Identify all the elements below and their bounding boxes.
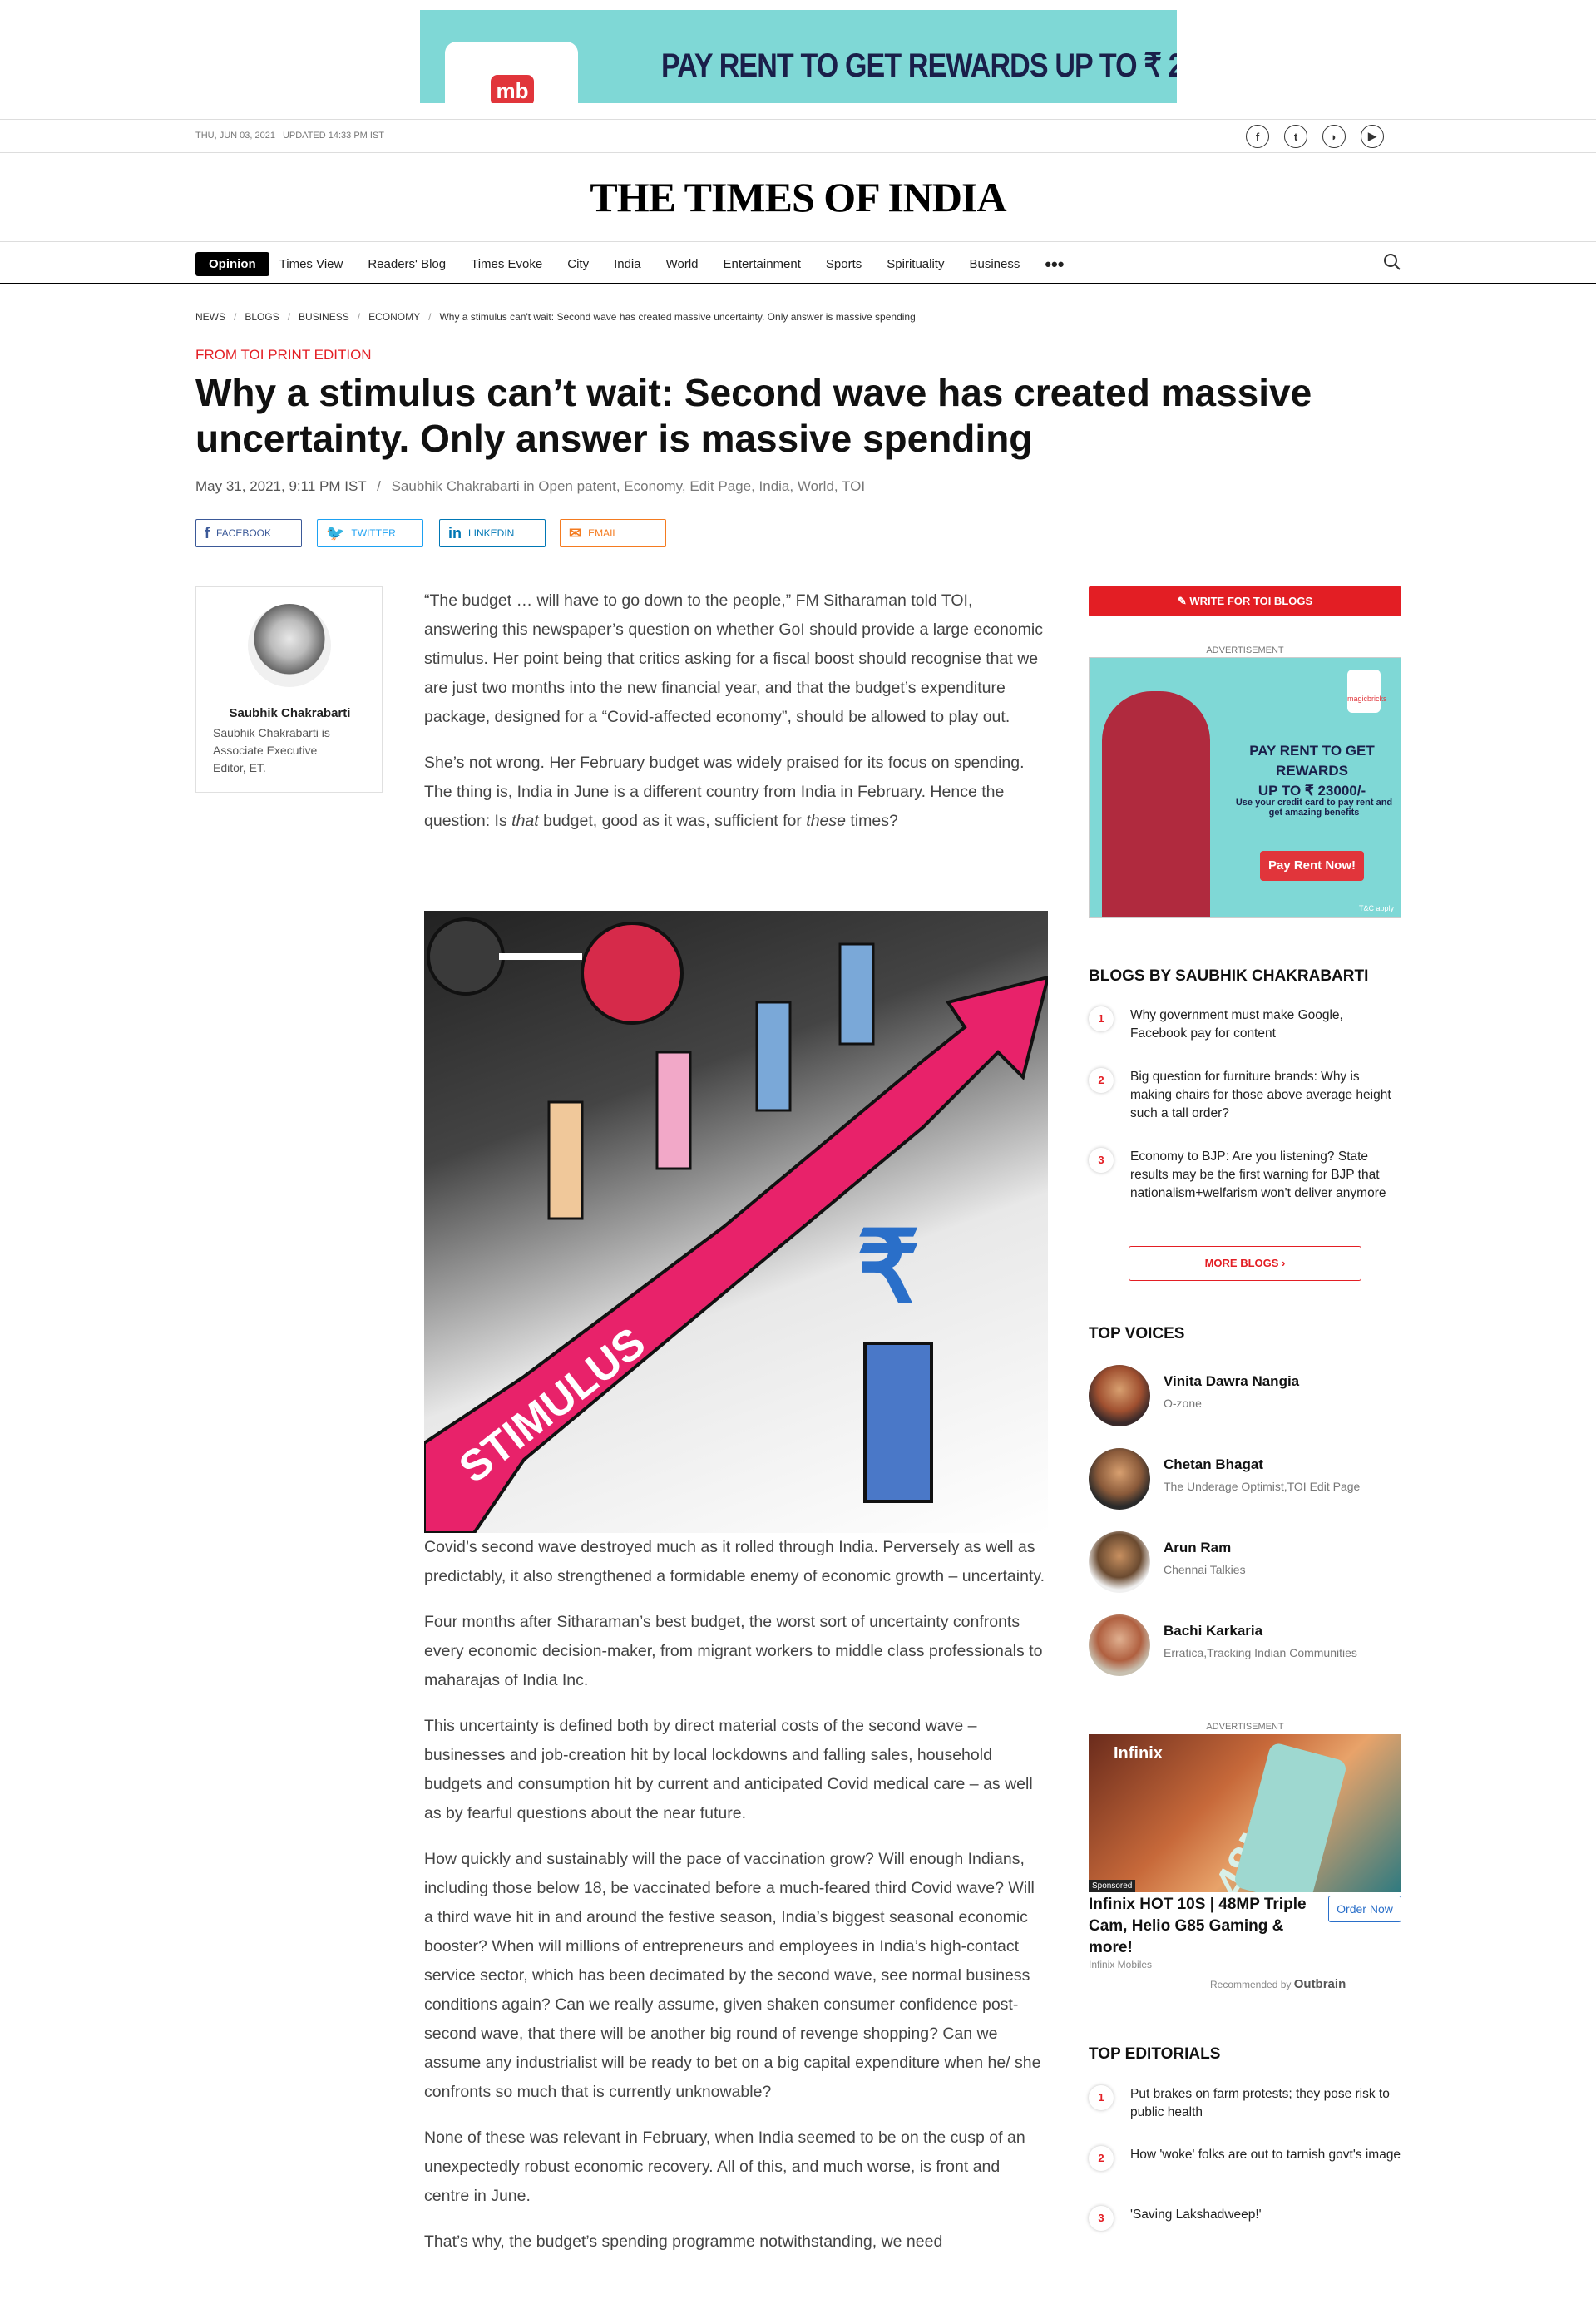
share-linkedin-button[interactable]: in LINKEDIN — [439, 519, 546, 547]
svg-text:₹: ₹ — [857, 1212, 920, 1323]
breadcrumb-current: Why a stimulus can't wait: Second wave h… — [439, 311, 916, 323]
ad-subtext: Use your credit card to pay rent and get… — [1235, 798, 1393, 818]
paragraph: That’s why, the budget’s spending progra… — [424, 2232, 943, 2251]
kicker: FROM TOI PRINT EDITION — [195, 347, 372, 363]
chevron-right-icon: › — [1278, 1257, 1286, 1269]
author-card[interactable]: Saubhik Chakrabarti Saubhik Chakrabarti … — [195, 586, 383, 793]
twitter-icon[interactable]: t — [1284, 125, 1307, 148]
article-meta: May 31, 2021, 9:11 PM IST / Saubhik Chak… — [195, 478, 866, 494]
share-email-button[interactable]: ✉ EMAIL — [560, 519, 666, 547]
article-body-continued: Covid’s second wave destroyed much as it… — [424, 1533, 1048, 2273]
facebook-icon: f — [205, 524, 210, 541]
rss-icon[interactable]: ◗ — [1322, 125, 1346, 148]
ad-title[interactable]: Infinix HOT 10S | 48MP Triple Cam, Helio… — [1089, 1894, 1330, 1959]
avatar — [1089, 1531, 1150, 1593]
pencil-icon: ✎ — [1177, 595, 1190, 607]
breadcrumb-item[interactable]: ECONOMY — [368, 311, 420, 323]
voice-item[interactable]: Chetan Bhagat The Underage Optimist,TOI E… — [1089, 1448, 1401, 1515]
avatar — [1089, 1365, 1150, 1426]
article-headline: Why a stimulus can’t wait: Second wave h… — [195, 371, 1312, 460]
ad-label: ADVERTISEMENT — [1206, 1722, 1284, 1732]
more-nav-icon[interactable]: ••• — [1045, 255, 1064, 273]
nav-opinion[interactable]: Opinion — [195, 252, 269, 276]
voice-item[interactable]: Vinita Dawra Nangia O-zone — [1089, 1365, 1401, 1431]
magicbricks-logo: magicbricks — [1347, 670, 1387, 713]
paragraph: None of these was relevant in February, … — [424, 2128, 1025, 2205]
avatar — [1089, 1614, 1150, 1676]
ad-label: ADVERTISEMENT — [1206, 645, 1284, 655]
paragraph: Four months after Sitharaman’s best budg… — [424, 1613, 1043, 1689]
sponsored-label: Sponsored — [1089, 1880, 1136, 1892]
breadcrumb: NEWS / BLOGS / BUSINESS / ECONOMY / Why a st… — [195, 311, 916, 323]
social-links: f t ◗ ▶ — [1246, 125, 1384, 148]
main-nav: Opinion Times View Readers' Blog Times E… — [0, 241, 1596, 284]
infinix-logo: Infinix — [1114, 1744, 1163, 1763]
site-logo[interactable]: THE TIMES OF INDIA — [0, 173, 1596, 221]
breadcrumb-item[interactable]: BUSINESS — [299, 311, 349, 323]
paragraph: Covid’s second wave destroyed much as it… — [424, 1538, 1045, 1585]
sidebar-ad-magicbricks[interactable]: magicbricks PAY RENT TO GET REWARDS UP TO… — [1089, 657, 1401, 918]
nav-item[interactable]: Sports — [826, 257, 862, 271]
divider — [0, 119, 1596, 120]
author-avatar — [248, 604, 331, 687]
paragraph: She’s not wrong. Her February budget was… — [424, 754, 1025, 830]
paragraph: This uncertainty is defined both by dire… — [424, 1717, 1033, 1822]
article-illustration: STIMULUS ₹ — [424, 911, 1048, 1533]
order-now-button[interactable]: Order Now — [1328, 1896, 1401, 1922]
avatar — [1089, 1448, 1150, 1510]
top-editorials-title: TOP EDITORIALS — [1089, 2045, 1221, 2063]
author-bio: Saubhik Chakrabarti is Associate Executi… — [213, 726, 330, 774]
divider — [0, 152, 1596, 153]
ad-source: Infinix Mobiles — [1089, 1959, 1153, 1970]
more-blogs-button[interactable]: MORE BLOGS › — [1129, 1246, 1361, 1281]
ad-model-image — [1102, 691, 1210, 917]
ad-headline: PAY RENT TO GET REWARDS UP TO ₹ 2300 — [661, 47, 1177, 84]
nav-item[interactable]: Entertainment — [724, 257, 801, 271]
article-body: “The budget … will have to go down to th… — [424, 586, 1048, 853]
ad-headline: PAY RENT TO GET REWARDS UP TO ₹ 23000/- — [1249, 743, 1375, 798]
nav-item[interactable]: Times Evoke — [471, 257, 542, 271]
top-banner-ad[interactable]: mb PAY RENT TO GET REWARDS UP TO ₹ 2300 — [420, 10, 1177, 103]
breadcrumb-item[interactable]: BLOGS — [245, 311, 279, 323]
nav-item[interactable]: India — [614, 257, 641, 271]
blogs-by-author-title: BLOGS BY SAUBHIK CHAKRABARTI — [1089, 967, 1369, 985]
nav-item[interactable]: Business — [969, 257, 1020, 271]
nav-item[interactable]: Readers' Blog — [368, 257, 446, 271]
voice-item[interactable]: Arun Ram Chennai Talkies — [1089, 1531, 1401, 1598]
search-icon[interactable] — [1382, 252, 1402, 272]
pay-rent-now-button[interactable]: Pay Rent Now! — [1260, 851, 1364, 881]
linkedin-icon: in — [448, 524, 462, 541]
share-facebook-button[interactable]: f FACEBOOK — [195, 519, 302, 547]
nav-item[interactable]: World — [666, 257, 699, 271]
share-twitter-button[interactable]: 🐦 TWITTER — [317, 519, 423, 547]
paragraph: How quickly and sustainably will the pac… — [424, 1850, 1041, 2101]
outbrain-credit[interactable]: Recommended by Outbrain — [1210, 1977, 1346, 1991]
twitter-icon: 🐦 — [326, 524, 345, 541]
youtube-icon[interactable]: ▶ — [1361, 125, 1384, 148]
paragraph: “The budget … will have to go down to th… — [424, 591, 1043, 726]
facebook-icon[interactable]: f — [1246, 125, 1269, 148]
dateline: THU, JUN 03, 2021 | UPDATED 14:33 PM IST — [195, 131, 385, 141]
ad-tc: T&C apply — [1358, 904, 1394, 912]
publish-date: May 31, 2021, 9:11 PM IST — [195, 478, 367, 494]
breadcrumb-item[interactable]: NEWS — [195, 311, 225, 323]
magicbricks-logo: mb — [445, 42, 578, 103]
email-icon: ✉ — [569, 524, 582, 541]
top-voices-title: TOP VOICES — [1089, 1325, 1185, 1342]
nav-item[interactable]: City — [567, 257, 589, 271]
author-name[interactable]: Saubhik Chakrabarti — [196, 706, 383, 720]
sidebar-ad-infinix[interactable]: Infinix 48MP Sponsored — [1089, 1734, 1401, 1892]
write-for-toi-blogs-button[interactable]: ✎ WRITE FOR TOI BLOGS — [1089, 586, 1401, 616]
nav-item[interactable]: Times View — [279, 257, 343, 271]
nav-item[interactable]: Spirituality — [887, 257, 944, 271]
byline[interactable]: Saubhik Chakrabarti in Open patent, Econ… — [392, 478, 866, 494]
voice-item[interactable]: Bachi Karkaria Erratica,Tracking Indian C… — [1089, 1614, 1401, 1681]
